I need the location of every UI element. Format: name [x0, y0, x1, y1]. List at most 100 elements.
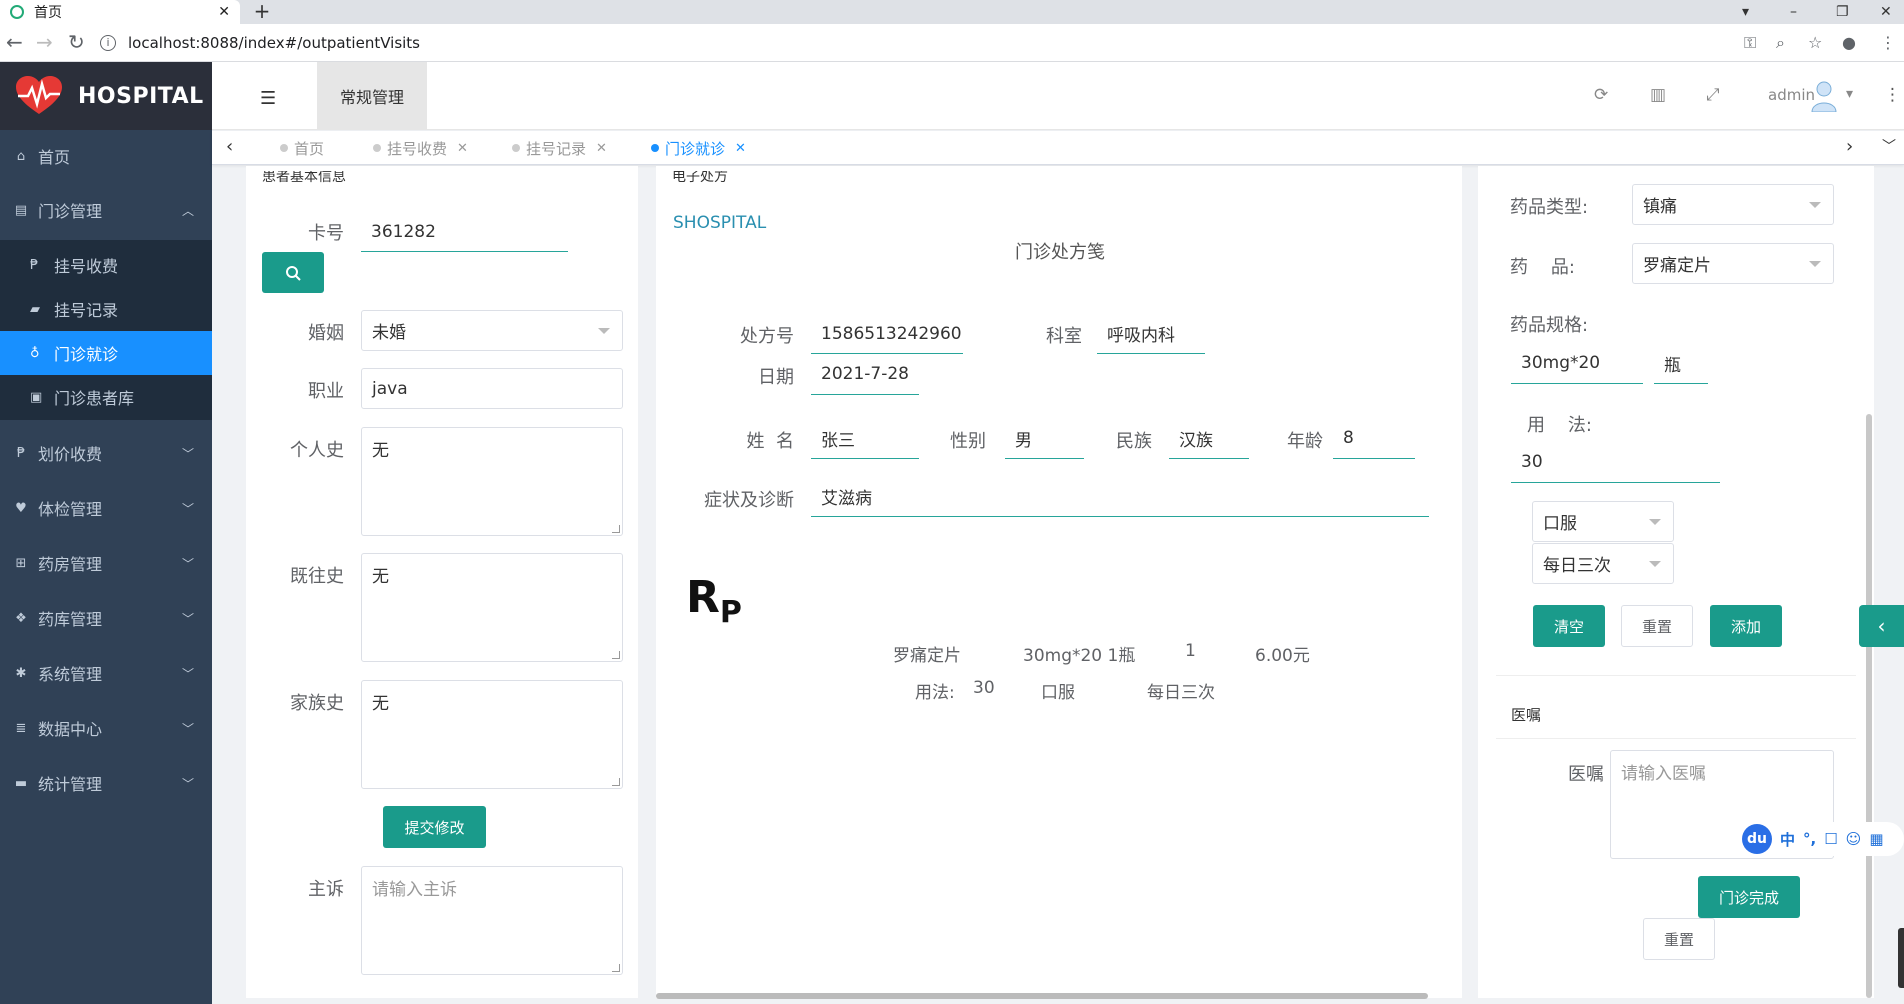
refresh-icon[interactable]: ⟳ — [1594, 85, 1608, 105]
close-window-icon[interactable]: ✕ — [1880, 0, 1892, 24]
tag-home[interactable]: 首页 — [280, 136, 324, 160]
usage-input[interactable]: 30 — [1511, 442, 1720, 483]
comment-icon: ▬ — [14, 775, 28, 791]
gender-field: 男 — [1005, 418, 1084, 459]
more-icon[interactable]: ⋮ — [1884, 85, 1901, 105]
tags-scroll-left-icon[interactable]: ‹ — [226, 136, 233, 157]
menu-pharmacy[interactable]: ⊞ 药房管理 ﹀ — [0, 538, 212, 588]
drug-type-select[interactable]: 镇痛 — [1632, 184, 1834, 225]
personal-history-textarea[interactable]: 无 — [361, 427, 623, 536]
key-icon[interactable]: ⚿ — [1744, 33, 1756, 53]
user-dropdown-icon[interactable]: ▾ — [1846, 86, 1853, 102]
add-button[interactable]: 添加 — [1710, 605, 1782, 647]
edge-handle[interactable] — [1898, 928, 1904, 988]
marriage-select[interactable]: 未婚 — [361, 310, 623, 351]
rx-drug-qty: 1 — [1185, 641, 1196, 661]
minimize-icon[interactable]: – — [1790, 0, 1797, 24]
profile-dropdown-icon[interactable]: ▾ — [1742, 0, 1749, 24]
tags-dropdown-icon[interactable]: ﹀ — [1882, 136, 1896, 156]
ime-user-icon[interactable]: ☺ — [1846, 830, 1862, 848]
clipboard-icon: ▤ — [14, 202, 28, 218]
url-field[interactable]: i localhost:8088/index#/outpatientVisits — [100, 29, 1740, 57]
frequency-select[interactable]: 每日三次 — [1532, 543, 1674, 584]
chevron-down-icon: ﹀ — [181, 776, 194, 791]
baidu-ime-icon[interactable]: du — [1742, 824, 1772, 854]
ethnic-label: 民族 — [1116, 431, 1152, 452]
job-input[interactable]: java — [361, 368, 623, 409]
complaint-textarea[interactable]: 请输入主诉 — [361, 866, 623, 975]
drug-spec-field: 30mg*20 — [1511, 343, 1643, 384]
favicon-icon — [10, 5, 24, 19]
browser-tab[interactable]: 首页 ✕ — [0, 0, 240, 24]
menu-home[interactable]: ⌂ 首页 — [0, 131, 212, 181]
new-tab-button[interactable]: + — [250, 0, 274, 24]
date-field: 2021-7-28 — [811, 354, 919, 395]
zoom-icon[interactable]: ⌕ — [1776, 33, 1785, 53]
hamburger-icon[interactable]: ☰ — [260, 88, 276, 109]
reset-button[interactable]: 重置 — [1621, 605, 1693, 647]
sidebar-item-outpatient-visit[interactable]: ♁ 门诊就诊 — [0, 331, 212, 375]
database-icon: ≣ — [15, 720, 27, 736]
search-button[interactable] — [262, 252, 324, 293]
app-logo[interactable]: HOSPITAL — [0, 62, 212, 130]
chevron-down-icon: ﹀ — [181, 666, 194, 681]
rx-drug-name: 罗痛定片 — [893, 646, 961, 666]
forward-icon[interactable]: → — [36, 30, 53, 54]
route-select[interactable]: 口服 — [1532, 501, 1674, 542]
ime-toolbar[interactable]: du 中 °, ☐ ☺ ▦ — [1740, 822, 1904, 856]
menu-pricing[interactable]: ₱ 划价收费 ﹀ — [0, 428, 212, 478]
tag-registration-fee[interactable]: 挂号收费 ✕ — [373, 136, 468, 160]
ime-keyboard-icon[interactable]: ☐ — [1824, 830, 1837, 848]
prescription-panel — [656, 166, 1462, 998]
payment-icon: ₱ — [30, 257, 39, 273]
vertical-scrollbar[interactable] — [1866, 414, 1872, 998]
menu-stats[interactable]: ▬ 统计管理 ﹀ — [0, 758, 212, 808]
browser-menu-icon[interactable]: ⋮ — [1880, 33, 1896, 52]
past-history-textarea[interactable]: 无 — [361, 553, 623, 662]
advice-label: 医嘱 — [1568, 764, 1604, 785]
sidebar-item-patient-library[interactable]: ▣ 门诊患者库 — [0, 375, 212, 419]
date-label: 日期 — [758, 367, 794, 388]
horizontal-scrollbar[interactable] — [656, 993, 1428, 999]
trash-icon[interactable]: ▥ — [1650, 85, 1666, 105]
finish-visit-button[interactable]: 门诊完成 — [1698, 876, 1800, 918]
card-number-input[interactable]: 361282 — [361, 212, 568, 252]
user-name[interactable]: admin — [1768, 86, 1815, 104]
header-nav-regular[interactable]: 常规管理 — [317, 62, 427, 130]
brand-text: SHOSPITAL — [673, 213, 767, 233]
submit-changes-button[interactable]: 提交修改 — [383, 806, 486, 848]
tags-scroll-right-icon[interactable]: › — [1846, 136, 1853, 157]
url-text: localhost:8088/index#/outpatientVisits — [128, 34, 420, 52]
home-icon: ⌂ — [16, 148, 26, 164]
menu-system[interactable]: ✱ 系统管理 ﹀ — [0, 648, 212, 698]
clear-button[interactable]: 清空 — [1533, 605, 1605, 647]
tag-outpatient-visit[interactable]: 门诊就诊 ✕ — [651, 136, 746, 160]
menu-exam[interactable]: ♥ 体检管理 ﹀ — [0, 483, 212, 533]
advice-reset-button[interactable]: 重置 — [1643, 918, 1715, 960]
bookmark-star-icon[interactable]: ☆ — [1808, 33, 1822, 52]
close-tab-icon[interactable]: ✕ — [218, 4, 230, 20]
chevron-down-icon: ﹀ — [181, 446, 194, 461]
reload-icon[interactable]: ↻ — [68, 30, 85, 54]
close-icon: ✕ — [457, 140, 468, 156]
site-info-icon[interactable]: i — [100, 35, 116, 51]
tag-registration-record[interactable]: 挂号记录 ✕ — [512, 136, 607, 160]
family-history-textarea[interactable]: 无 — [361, 680, 623, 789]
sidebar-item-registration-fee[interactable]: ₱ 挂号收费 — [0, 243, 212, 287]
ime-grid-icon[interactable]: ▦ — [1869, 830, 1883, 848]
fullscreen-icon[interactable]: ⤢ — [1706, 85, 1720, 105]
drug-type-label: 药品类型: — [1510, 197, 1589, 218]
menu-outpatient[interactable]: ▤ 门诊管理 ︿ — [0, 185, 212, 235]
ime-punctuation-toggle[interactable]: °, — [1803, 830, 1816, 848]
avatar[interactable] — [1810, 80, 1838, 112]
restore-icon[interactable]: ❐ — [1836, 0, 1849, 24]
drug-select[interactable]: 罗痛定片 — [1632, 243, 1834, 284]
menu-warehouse[interactable]: ❖ 药库管理 ﹀ — [0, 593, 212, 643]
menu-data[interactable]: ≣ 数据中心 ﹀ — [0, 703, 212, 753]
ime-chinese-toggle[interactable]: 中 — [1780, 829, 1795, 850]
rx-usage-label: 用法: — [915, 683, 955, 703]
back-icon[interactable]: ← — [6, 30, 23, 54]
side-panel-toggle[interactable]: ‹ — [1859, 605, 1904, 647]
profile-icon[interactable]: ● — [1842, 33, 1856, 52]
sidebar-item-registration-record[interactable]: ▰ 挂号记录 — [0, 287, 212, 331]
